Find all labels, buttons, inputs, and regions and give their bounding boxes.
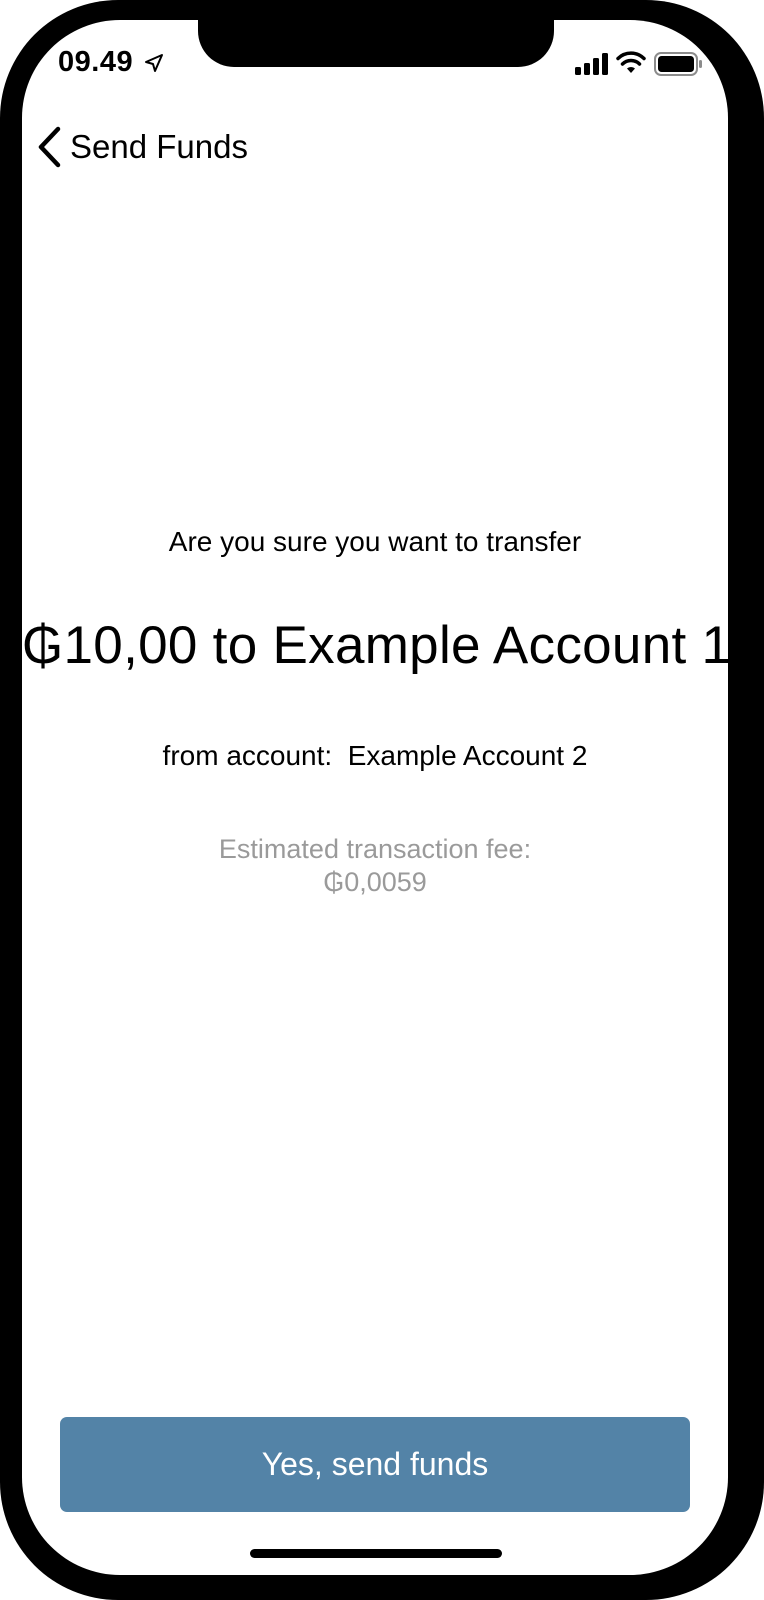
confirm-question: Are you sure you want to transfer bbox=[168, 526, 582, 557]
nav-title: Send Funds bbox=[70, 128, 248, 165]
fee-value: ₲0,0059 bbox=[323, 867, 427, 897]
source-account: from account: Example Account 2 bbox=[162, 740, 588, 771]
wifi-icon bbox=[616, 51, 646, 73]
fee-label: Estimated transaction fee: bbox=[218, 834, 532, 864]
app-screen: 09.49 Send Funds Are you sure you want t… bbox=[22, 20, 728, 1575]
device-notch bbox=[198, 20, 554, 67]
chevron-left-icon bbox=[38, 126, 61, 168]
transfer-amount: ₲10,00 to Example Account 1 bbox=[22, 616, 728, 675]
phone-frame: 09.49 Send Funds Are you sure you want t… bbox=[0, 0, 764, 1600]
send-funds-button[interactable]: Yes, send funds bbox=[60, 1417, 690, 1512]
status-time: 09.49 bbox=[58, 46, 134, 78]
location-arrow-icon bbox=[145, 54, 163, 72]
home-indicator bbox=[250, 1549, 502, 1558]
cellular-signal-icon bbox=[575, 53, 608, 75]
battery-icon bbox=[654, 52, 702, 76]
back-button[interactable]: Send Funds bbox=[36, 124, 248, 170]
